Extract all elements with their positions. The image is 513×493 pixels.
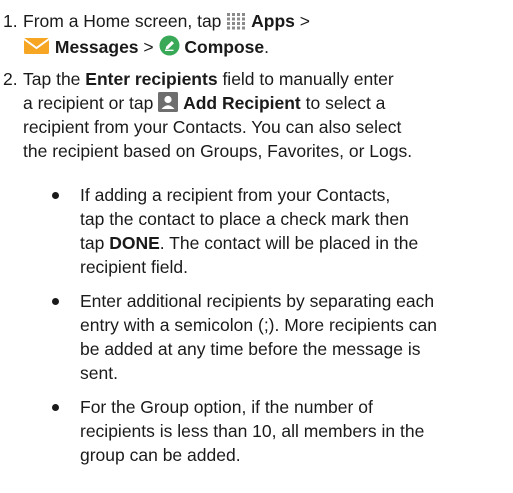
separator: >	[299, 11, 311, 31]
compose-label: Compose	[184, 37, 265, 57]
bullet-text: recipient field.	[80, 257, 188, 277]
step-2-text: field to manually enter	[222, 69, 394, 89]
bullet-text-part: . The contact will be placed in the	[159, 233, 419, 253]
step-number: 1.	[3, 11, 18, 31]
bullet-text: If adding a recipient from your Contacts…	[80, 185, 391, 205]
bullet-text: Enter additional recipients by separatin…	[80, 291, 435, 311]
bullet-text: group can be added.	[80, 445, 241, 465]
step-2-text: a recipient or tap	[23, 93, 154, 113]
bullet-text: For the Group option, if the number of	[80, 397, 373, 417]
bullet-dot	[52, 404, 59, 411]
step-1-line-1: From a Home screen, tap Apps >	[23, 10, 310, 37]
bullet-dot	[52, 298, 59, 305]
bullet-text-part: tap	[80, 233, 105, 253]
add-recipient-icon	[158, 92, 179, 119]
add-recipient-label: Add Recipient	[183, 93, 301, 113]
bullet-text: recipients is less than 10, all members …	[80, 421, 425, 441]
step-2-line-1: Tap the Enter recipients field to manual…	[23, 68, 394, 92]
step-1-line-2: Messages > Compose.	[23, 35, 269, 63]
period: .	[264, 37, 270, 57]
separator: >	[143, 37, 154, 57]
apps-grid-icon	[226, 12, 246, 37]
bullet-text: be added at any time before the message …	[80, 339, 421, 359]
bullet-text: entry with a semicolon (;). More recipie…	[80, 315, 437, 335]
step-2-line-4: the recipient based on Groups, Favorites…	[23, 141, 413, 161]
apps-label: Apps	[251, 11, 295, 31]
bullet-text: sent.	[80, 363, 118, 383]
compose-icon	[159, 35, 180, 63]
step-2-text: Tap the	[23, 69, 81, 89]
step-number: 2.	[3, 69, 18, 89]
enter-recipients-label: Enter recipients	[85, 69, 218, 89]
bullet-text: tap DONE. The contact will be placed in …	[80, 232, 418, 256]
messages-envelope-icon	[23, 36, 50, 63]
done-label: DONE	[109, 233, 160, 253]
step-2-line-2: a recipient or tap Add Recipient to sele…	[23, 92, 385, 119]
step-2-text: to select a	[305, 93, 386, 113]
step-2-line-3: recipient from your Contacts. You can al…	[23, 117, 402, 137]
messages-label: Messages	[54, 37, 139, 57]
step-1-text: From a Home screen, tap	[23, 11, 222, 31]
bullet-dot	[52, 192, 59, 199]
bullet-text: tap the contact to place a check mark th…	[80, 209, 409, 229]
